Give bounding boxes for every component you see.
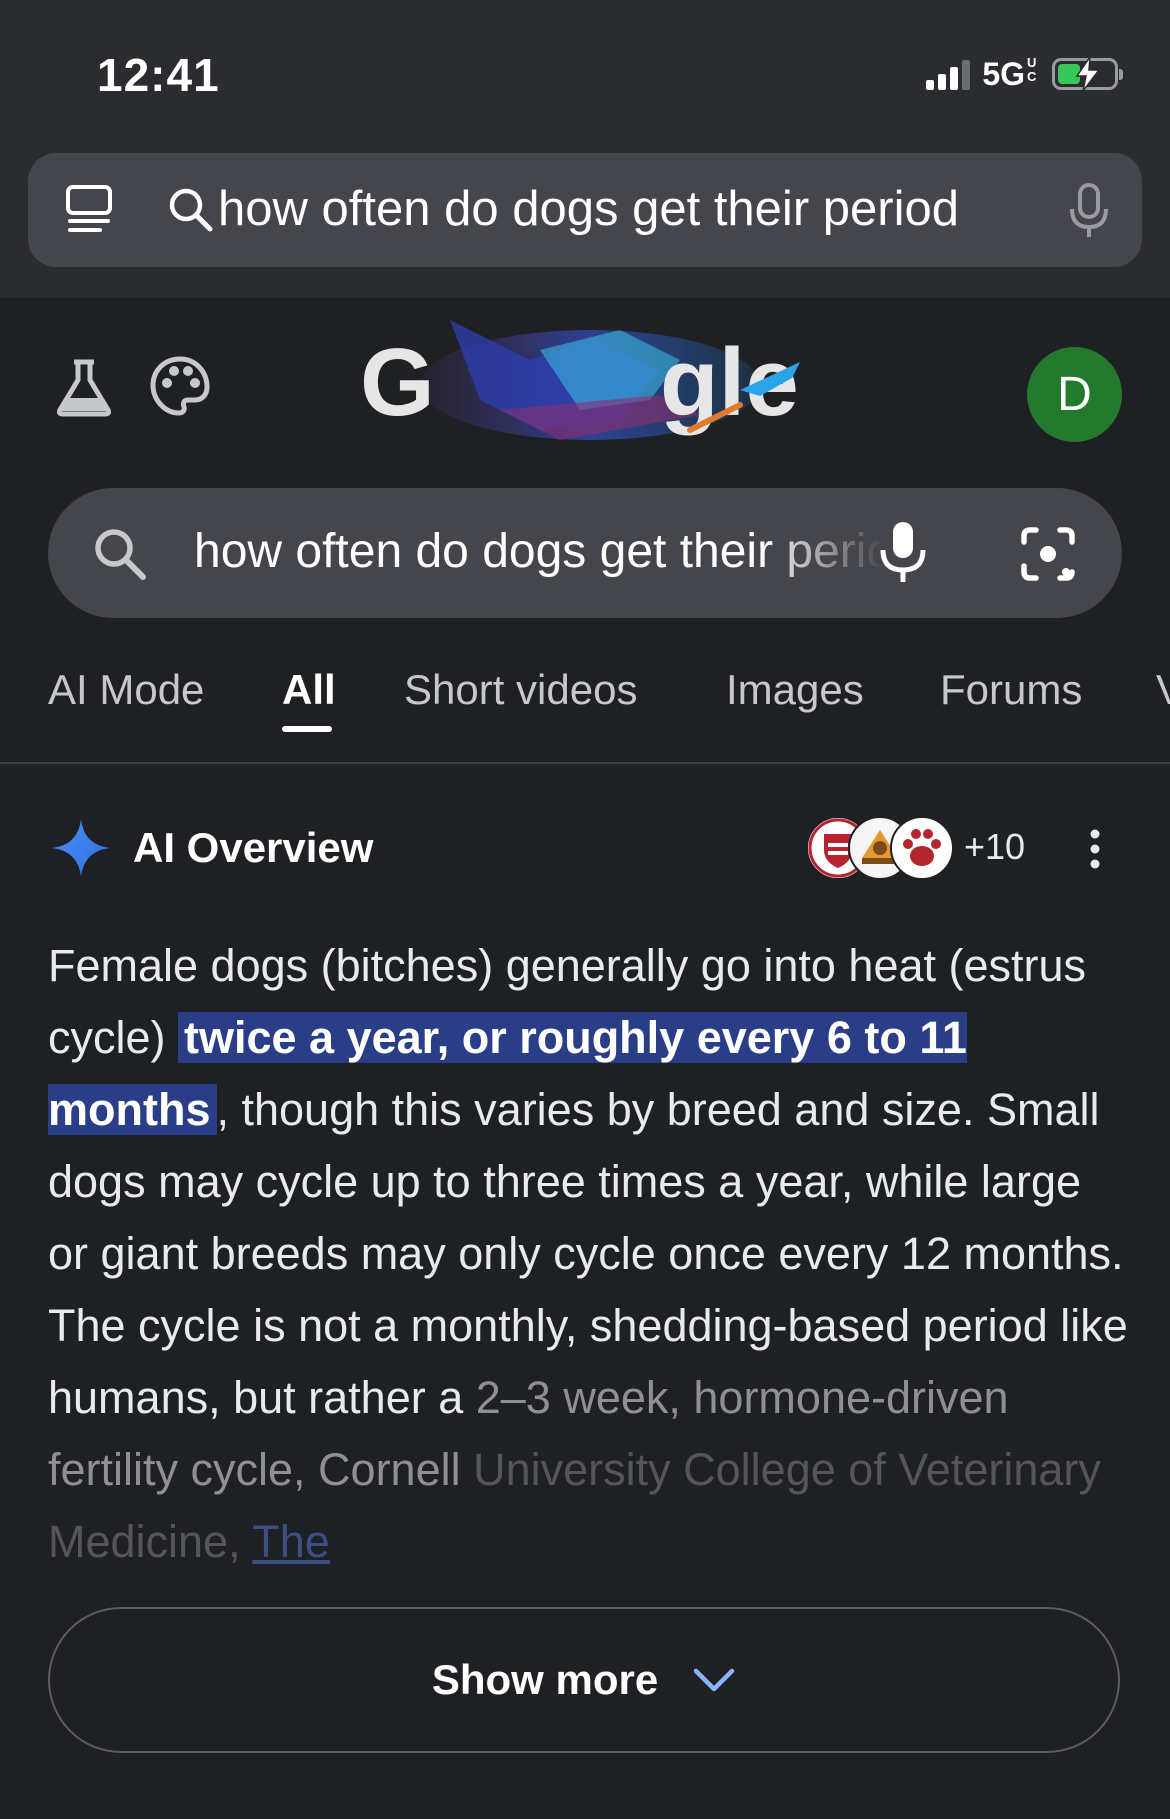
ai-overview-text: Female dogs (bitches) generally go into … [48, 930, 1128, 1578]
source-favicon-paw-icon[interactable] [890, 816, 954, 880]
microphone-icon[interactable] [1066, 183, 1112, 239]
account-avatar[interactable]: D [1027, 347, 1122, 442]
tab-short-videos[interactable]: Short videos [404, 666, 637, 714]
search-box[interactable]: how often do dogs get their period [48, 488, 1122, 618]
network-suffix: UC [1027, 54, 1037, 84]
signal-icon [926, 58, 971, 90]
labs-flask-icon[interactable] [52, 356, 116, 420]
source-count[interactable]: +10 [964, 826, 1025, 868]
show-more-button[interactable]: Show more [48, 1607, 1120, 1753]
source-favicons[interactable] [806, 816, 966, 880]
status-time: 12:41 [97, 49, 220, 101]
ai-overview-title: AI Overview [133, 824, 374, 871]
browser-chrome: 12:41 5G UC how often do dogs get their … [0, 0, 1170, 298]
more-options-icon[interactable] [1085, 826, 1105, 872]
ai-sparkle-icon [52, 819, 110, 877]
network-label: 5G [982, 55, 1025, 92]
tab-ai-mode[interactable]: AI Mode [48, 666, 204, 714]
status-indicators: 5G UC [926, 54, 1123, 94]
network-indicator: 5G UC [982, 54, 1040, 93]
tab-overview-icon[interactable] [62, 181, 118, 237]
doodle-letter-g: G [360, 329, 435, 436]
search-icon[interactable] [90, 524, 150, 584]
voice-search-icon[interactable] [878, 520, 928, 584]
google-doodle-logo[interactable]: G gle [360, 300, 820, 470]
url-text[interactable]: how often do dogs get their period [218, 181, 959, 237]
tab-all[interactable]: All [282, 666, 336, 714]
palette-icon[interactable] [148, 354, 212, 418]
search-input[interactable]: how often do dogs get their period [194, 524, 884, 579]
charging-bolt-icon [1075, 57, 1101, 91]
search-tabs: AI Mode All Short videos Images Forums V [0, 660, 1170, 764]
ai-text-source-link[interactable]: The [252, 1516, 330, 1567]
google-lens-icon[interactable] [1018, 524, 1078, 584]
tabs-divider [0, 762, 1170, 764]
tab-forums[interactable]: Forums [940, 666, 1082, 714]
battery-icon [1052, 57, 1123, 91]
show-more-label: Show more [431, 1656, 659, 1703]
active-tab-indicator [282, 726, 332, 732]
url-bar[interactable]: how often do dogs get their period [28, 153, 1142, 267]
tab-images[interactable]: Images [726, 666, 864, 714]
chevron-down-icon [693, 1668, 735, 1692]
search-icon [169, 188, 213, 232]
tab-videos-partial[interactable]: V [1156, 666, 1170, 714]
